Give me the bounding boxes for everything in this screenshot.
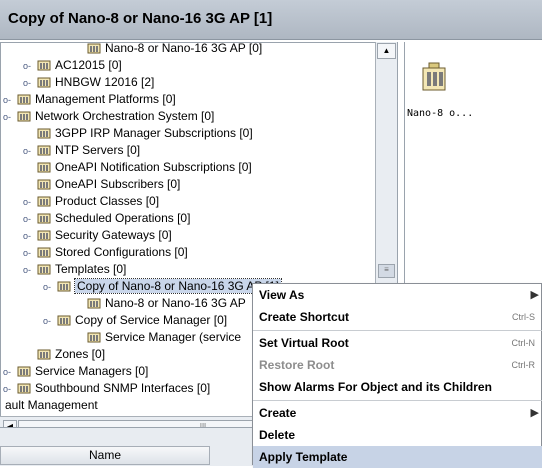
tree-node-label: AC12015 [0] [55, 58, 122, 72]
tree-node-label: Service Manager (service [105, 330, 242, 344]
collapse-icon[interactable]: o- [43, 313, 57, 330]
tree-node-label: Copy of Nano-8 or Nano-16 3G AP [1] [74, 278, 282, 294]
collapse-icon[interactable]: o- [23, 262, 37, 279]
scroll-thumb[interactable]: ≡ [378, 264, 395, 278]
tree-node-label: Service Managers [0] [35, 364, 149, 378]
tree-node-label: Copy of Service Manager [0] [75, 313, 228, 327]
node-icon [37, 145, 51, 156]
tree-node[interactable]: ault Management [1, 397, 98, 414]
menu-item-delete[interactable]: Delete [253, 424, 542, 446]
menu-separator [253, 400, 542, 401]
tree-node-label: Management Platforms [0] [35, 92, 176, 106]
tree-node-label: Templates [0] [55, 262, 127, 276]
tree-node[interactable]: o- Scheduled Operations [0] [23, 210, 190, 227]
node-icon [37, 128, 51, 139]
tree-node-label: Zones [0] [55, 347, 106, 361]
tree-node[interactable]: OneAPI Subscribers [0] [23, 176, 180, 193]
tree-node[interactable]: o- Templates [0] [23, 261, 126, 278]
tree-node[interactable]: o- HNBGW 12016 [2] [23, 74, 154, 91]
expand-icon[interactable]: o- [23, 194, 37, 211]
node-icon [37, 264, 51, 275]
tree-node[interactable]: o- Service Managers [0] [3, 363, 148, 380]
expand-icon[interactable]: o- [3, 92, 17, 109]
node-icon [87, 298, 101, 309]
table-column-name[interactable]: Name [0, 446, 210, 465]
node-icon [17, 366, 31, 377]
tree-node-label: Stored Configurations [0] [55, 245, 188, 259]
tree-node[interactable]: o- Stored Configurations [0] [23, 244, 188, 261]
tree-node-label: OneAPI Notification Subscriptions [0] [55, 160, 252, 174]
tree-node-label: Nano-8 or Nano-16 3G AP [0] [105, 42, 263, 55]
tree-node-label: HNBGW 12016 [2] [55, 75, 155, 89]
expand-icon[interactable]: o- [23, 245, 37, 262]
tree-node[interactable]: Nano-8 or Nano-16 3G AP [0] [73, 42, 263, 57]
expand-icon[interactable]: o- [3, 364, 17, 381]
tree-node[interactable]: o- Security Gateways [0] [23, 227, 172, 244]
menu-item-set-virtual-root[interactable]: Set Virtual Root Ctrl-N [253, 332, 542, 354]
node-icon [37, 77, 51, 88]
expand-icon[interactable]: o- [23, 58, 37, 75]
context-menu: View As ▶ Create Shortcut Ctrl-S Set Virtual… [252, 283, 542, 468]
submenu-arrow-icon: ▶ [530, 289, 539, 301]
expand-icon[interactable]: o- [23, 75, 37, 92]
expand-icon[interactable]: o- [23, 211, 37, 228]
tree-node[interactable]: Service Manager (service [73, 329, 241, 346]
collapse-icon[interactable]: o- [3, 109, 17, 126]
node-icon [17, 383, 31, 394]
expand-icon[interactable]: o- [3, 381, 17, 398]
node-icon [37, 162, 51, 173]
tree-node[interactable]: o- Copy of Nano-8 or Nano-16 3G AP [1] [43, 278, 282, 296]
submenu-arrow-icon: ▶ [530, 407, 539, 419]
node-icon [37, 213, 51, 224]
detail-item-label[interactable]: Nano-8 o... [407, 108, 473, 119]
tree-node[interactable]: o- NTP Servers [0] [23, 142, 140, 159]
tree-node[interactable]: o- AC12015 [0] [23, 57, 122, 74]
tree-node[interactable]: o- Southbound SNMP Interfaces [0] [3, 380, 210, 397]
tree-node[interactable]: Zones [0] [23, 346, 105, 363]
tree-node[interactable]: 3GPP IRP Manager Subscriptions [0] [23, 125, 253, 142]
tree-node-label: 3GPP IRP Manager Subscriptions [0] [55, 126, 253, 140]
node-icon [37, 196, 51, 207]
menu-item-create-shortcut[interactable]: Create Shortcut Ctrl-S [253, 306, 542, 328]
tree-node-label: Nano-8 or Nano-16 3G AP [105, 296, 246, 310]
tree-node[interactable]: OneAPI Notification Subscriptions [0] [23, 159, 252, 176]
menu-item-show-alarms-for-object-and-its-children[interactable]: Show Alarms For Object and its Children [253, 376, 542, 398]
tree-node[interactable]: Nano-8 or Nano-16 3G AP [73, 295, 246, 312]
expand-icon[interactable]: o- [23, 228, 37, 245]
menu-item-create[interactable]: Create ▶ [253, 402, 542, 424]
tree-node-label: Network Orchestration System [0] [35, 109, 215, 123]
node-icon [57, 315, 71, 326]
tree-node[interactable]: o- Management Platforms [0] [3, 91, 176, 108]
tree-node-label: NTP Servers [0] [55, 143, 141, 157]
tree-node[interactable]: o- Network Orchestration System [0] [3, 108, 214, 125]
node-icon [37, 60, 51, 71]
node-icon [37, 179, 51, 190]
scroll-up-icon[interactable]: ▲ [377, 43, 396, 59]
menu-item-view-as[interactable]: View As ▶ [253, 284, 542, 306]
tree-node-label: Southbound SNMP Interfaces [0] [35, 381, 211, 395]
window-titlebar: Copy of Nano-8 or Nano-16 3G AP [1] [0, 0, 542, 40]
tree-node[interactable]: o- Copy of Service Manager [0] [43, 312, 227, 329]
expand-icon[interactable]: o- [23, 143, 37, 160]
device-group-icon[interactable] [419, 62, 449, 96]
node-icon [57, 281, 71, 292]
node-icon [87, 43, 101, 54]
node-icon [37, 349, 51, 360]
node-icon [37, 247, 51, 258]
tree-node-label: Security Gateways [0] [55, 228, 172, 242]
node-icon [37, 230, 51, 241]
tree-node-label: ault Management [5, 398, 98, 412]
node-icon [87, 332, 101, 343]
collapse-icon[interactable]: o- [43, 279, 57, 296]
tree-node-label: Scheduled Operations [0] [55, 211, 191, 225]
window-title: Copy of Nano-8 or Nano-16 3G AP [1] [8, 10, 273, 27]
menu-item-restore-root[interactable]: Restore Root Ctrl-R [253, 354, 542, 376]
tree-node-label: Product Classes [0] [55, 194, 160, 208]
tree-node[interactable]: o- Product Classes [0] [23, 193, 159, 210]
node-icon [17, 94, 31, 105]
node-icon [17, 111, 31, 122]
menu-separator [253, 330, 542, 331]
tree-node-label: OneAPI Subscribers [0] [55, 177, 181, 191]
